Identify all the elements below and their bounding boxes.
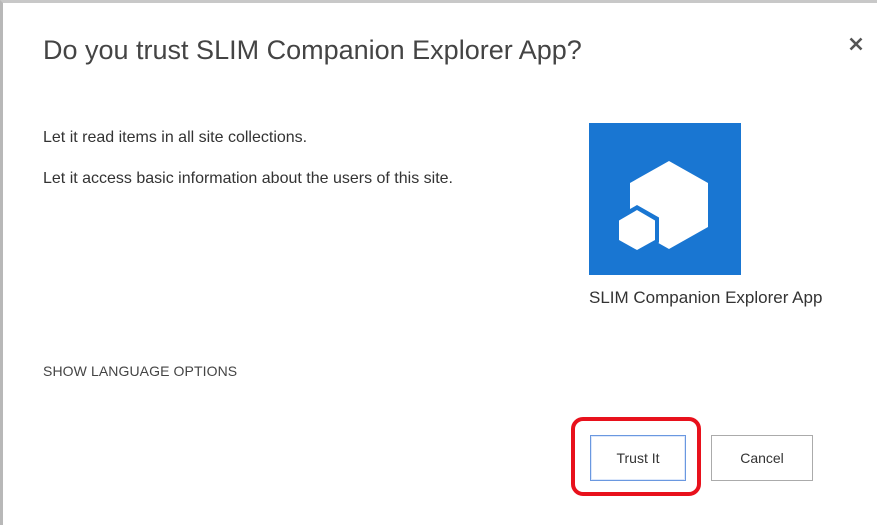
permission-item: Let it access basic information about th… — [43, 170, 453, 187]
close-button[interactable] — [843, 31, 869, 57]
show-language-options-link[interactable]: SHOW LANGUAGE OPTIONS — [43, 363, 237, 379]
permission-list: Let it read items in all site collection… — [43, 127, 553, 209]
trust-dialog: Do you trust SLIM Companion Explorer App… — [0, 0, 877, 525]
dialog-title: Do you trust SLIM Companion Explorer App… — [43, 35, 582, 65]
hexagon-cubes-icon — [615, 161, 708, 255]
app-logo — [589, 123, 741, 275]
app-name: SLIM Companion Explorer App — [589, 288, 823, 307]
cancel-button[interactable]: Cancel — [711, 435, 813, 481]
trust-it-button[interactable]: Trust It — [590, 435, 686, 481]
permission-item: Let it read items in all site collection… — [43, 129, 308, 146]
close-icon — [849, 37, 863, 51]
